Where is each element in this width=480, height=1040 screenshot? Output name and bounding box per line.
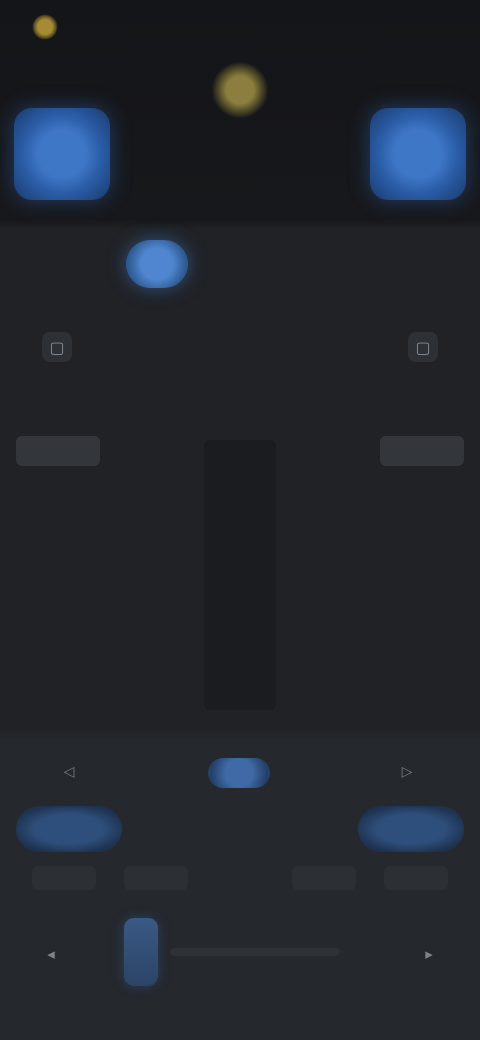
deck-left-button[interactable] xyxy=(14,108,110,200)
top-bar xyxy=(0,0,480,60)
right-track[interactable] xyxy=(294,440,356,710)
center-panel xyxy=(204,440,276,710)
right-column-button[interactable] xyxy=(380,436,464,466)
square-icon[interactable]: ▢ xyxy=(42,332,72,362)
small-button-3[interactable] xyxy=(226,866,254,890)
app-root: ▢ ▢ ◁ ▷ ◂ ▸ xyxy=(0,0,480,1040)
small-button-5[interactable] xyxy=(384,866,448,890)
speaker-icon[interactable]: ▷ xyxy=(392,760,422,784)
small-button-4[interactable] xyxy=(292,866,356,890)
slider-track[interactable] xyxy=(170,948,340,956)
slider-thumb[interactable] xyxy=(124,918,158,986)
right-glow-button[interactable] xyxy=(358,806,464,852)
speaker-icon[interactable]: ◂ xyxy=(36,942,66,966)
sun-icon xyxy=(212,62,268,118)
small-button-2[interactable] xyxy=(124,866,188,890)
tab-3[interactable] xyxy=(300,240,346,288)
center-pill-button[interactable] xyxy=(208,758,270,788)
deck-right-button[interactable] xyxy=(370,108,466,200)
sun-icon xyxy=(32,14,58,40)
left-track[interactable] xyxy=(124,440,186,710)
left-column-button[interactable] xyxy=(16,436,100,466)
speaker-icon[interactable]: ▸ xyxy=(414,942,444,966)
square-icon[interactable]: ▢ xyxy=(408,332,438,362)
tab-2[interactable] xyxy=(214,240,260,288)
speaker-icon[interactable]: ◁ xyxy=(54,760,84,784)
tab-1[interactable] xyxy=(126,240,188,288)
left-glow-button[interactable] xyxy=(16,806,122,852)
small-button-1[interactable] xyxy=(32,866,96,890)
